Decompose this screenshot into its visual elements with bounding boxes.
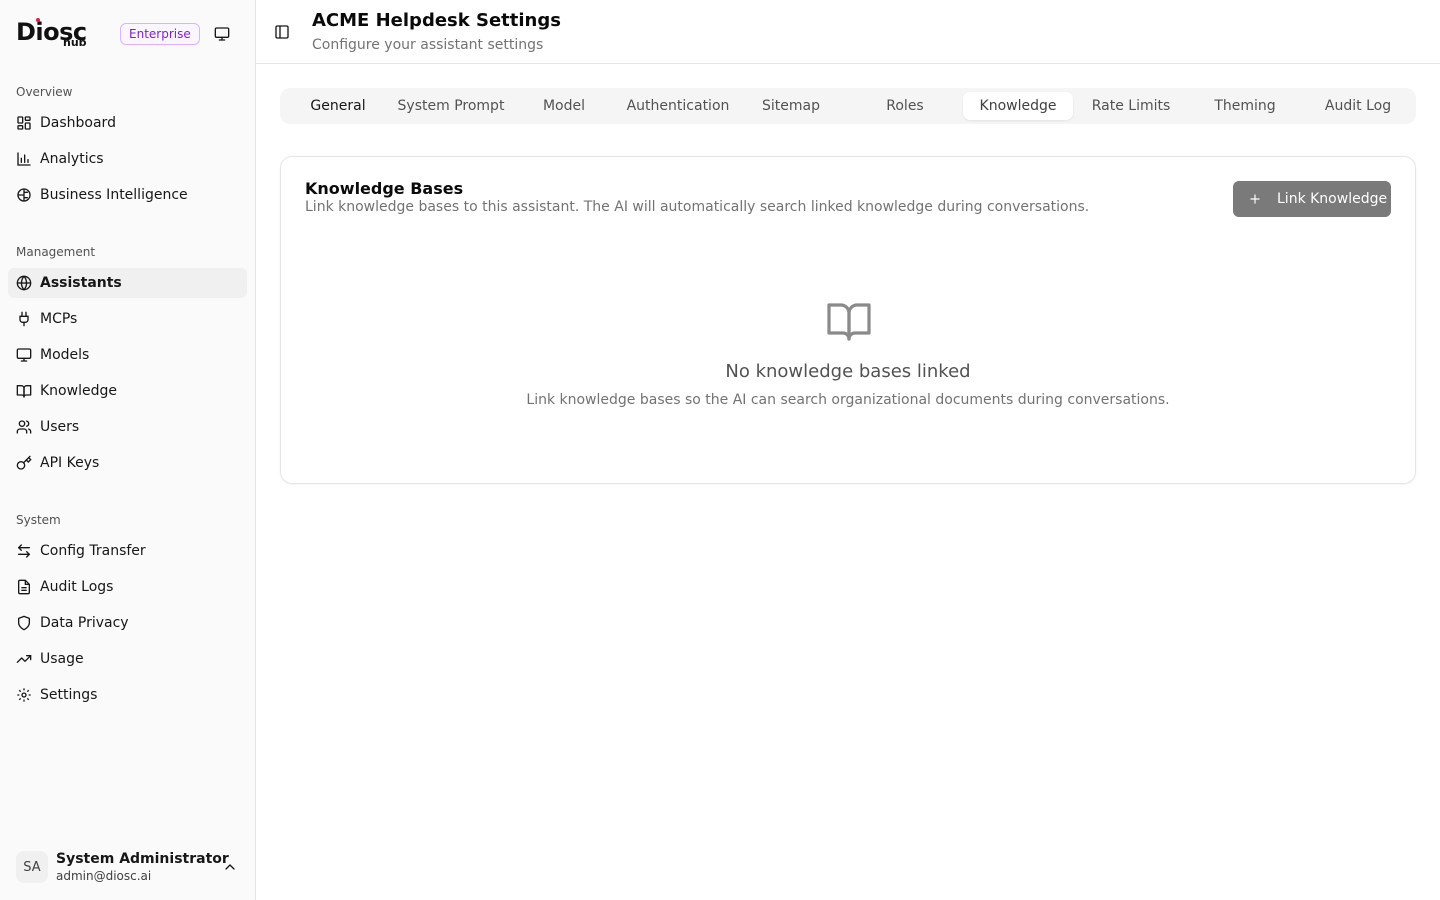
users-icon	[16, 419, 32, 435]
monitor-icon	[214, 27, 230, 41]
tab-audit-log[interactable]: Audit Log	[1303, 92, 1413, 120]
logo-dot	[36, 18, 40, 22]
sidebar-item-users[interactable]: Users	[8, 412, 247, 442]
transfer-icon	[16, 543, 32, 559]
sidebar-item-label: API Keys	[40, 455, 100, 471]
sidebar-item-label: Config Transfer	[40, 543, 146, 559]
sidebar-item-label: Analytics	[40, 151, 104, 167]
bar-chart-icon	[16, 151, 32, 167]
sidebar-item-settings[interactable]: Settings	[8, 680, 247, 710]
knowledge-bases-card: Knowledge Bases Link knowledge bases to …	[280, 156, 1416, 484]
sidebar-item-business-intelligence[interactable]: Business Intelligence	[8, 180, 247, 210]
chevron-up-icon	[225, 864, 235, 870]
dashboard-icon	[16, 115, 32, 131]
user-name: System Administrator	[56, 851, 229, 867]
gear-icon	[16, 687, 32, 703]
book-icon	[16, 383, 32, 399]
empty-state-title: No knowledge bases linked	[725, 361, 971, 382]
tab-system-prompt[interactable]: System Prompt	[396, 92, 506, 120]
plug-icon	[16, 311, 32, 327]
sidebar-item-mcps[interactable]: MCPs	[8, 304, 247, 334]
key-icon	[16, 455, 32, 471]
sidebar-item-label: Users	[40, 419, 80, 435]
page-header: ACME Helpdesk Settings Configure your as…	[256, 0, 1440, 64]
tab-theming[interactable]: Theming	[1190, 92, 1300, 120]
sidebar-item-knowledge[interactable]: Knowledge	[8, 376, 247, 406]
link-knowledge-button[interactable]: Link Knowledge	[1233, 181, 1391, 217]
monitor-icon	[16, 347, 32, 363]
section-label-system: System	[16, 513, 61, 527]
plus-icon	[1247, 191, 1263, 207]
card-title: Knowledge Bases	[305, 179, 464, 198]
trending-icon	[16, 651, 32, 667]
sidebar-item-label: Models	[40, 347, 90, 363]
tab-model[interactable]: Model	[509, 92, 619, 120]
brain-icon	[16, 187, 32, 203]
sidebar-item-models[interactable]: Models	[8, 340, 247, 370]
section-label-management: Management	[16, 245, 96, 259]
plan-badge: Enterprise	[120, 23, 200, 45]
card-description: Link knowledge bases to this assistant. …	[305, 199, 1090, 215]
user-menu[interactable]: SA System Administrator admin@diosc.ai	[8, 842, 247, 892]
page-title: ACME Helpdesk Settings	[312, 10, 561, 31]
sidebar-item-label: Dashboard	[40, 115, 116, 131]
logo-subtext: hub	[63, 36, 87, 49]
sidebar-item-label: Business Intelligence	[40, 187, 188, 203]
avatar: SA	[16, 851, 48, 883]
sidebar-item-data-privacy[interactable]: Data Privacy	[8, 608, 247, 638]
sidebar-item-assistants[interactable]: Assistants	[8, 268, 247, 298]
sidebar-item-label: Knowledge	[40, 383, 117, 399]
tab-knowledge[interactable]: Knowledge	[963, 92, 1073, 120]
sidebar-item-label: Data Privacy	[40, 615, 129, 631]
sidebar-item-dashboard[interactable]: Dashboard	[8, 108, 247, 138]
sidebar-item-label: Settings	[40, 687, 98, 703]
sidebar-item-config-transfer[interactable]: Config Transfer	[8, 536, 247, 566]
globe-icon	[16, 275, 32, 291]
tab-general[interactable]: General	[283, 92, 393, 120]
user-meta: System Administrator admin@diosc.ai	[56, 850, 229, 884]
tab-authentication[interactable]: Authentication	[623, 92, 733, 120]
sidebar-item-label: Usage	[40, 651, 84, 667]
brand-area: Diosc hub Enterprise	[16, 16, 240, 52]
sidebar-item-api-keys[interactable]: API Keys	[8, 448, 247, 478]
settings-tabs: General System Prompt Model Authenticati…	[280, 88, 1416, 124]
panel-left-icon	[275, 25, 289, 39]
tab-rate-limits[interactable]: Rate Limits	[1076, 92, 1186, 120]
page-subtitle: Configure your assistant settings	[312, 37, 544, 53]
user-email: admin@diosc.ai	[56, 869, 152, 883]
sidebar: Diosc hub Enterprise Overview Dashboard …	[0, 0, 256, 900]
logo[interactable]: Diosc hub	[16, 16, 96, 52]
sidebar-item-label: Assistants	[40, 275, 122, 291]
sidebar-toggle-button[interactable]	[272, 22, 292, 42]
sidebar-item-usage[interactable]: Usage	[8, 644, 247, 674]
sidebar-item-analytics[interactable]: Analytics	[8, 144, 247, 174]
sidebar-item-label: MCPs	[40, 311, 78, 327]
sidebar-item-label: Audit Logs	[40, 579, 114, 595]
tab-roles[interactable]: Roles	[850, 92, 960, 120]
shield-icon	[16, 615, 32, 631]
book-open-icon	[827, 303, 871, 341]
tab-sitemap[interactable]: Sitemap	[736, 92, 846, 120]
empty-state-description: Link knowledge bases so the AI can searc…	[526, 392, 1170, 408]
section-label-overview: Overview	[16, 85, 73, 99]
file-text-icon	[16, 579, 32, 595]
link-knowledge-label: Link Knowledge	[1277, 191, 1388, 207]
sidebar-item-audit-logs[interactable]: Audit Logs	[8, 572, 247, 602]
display-toggle-button[interactable]	[212, 24, 232, 44]
